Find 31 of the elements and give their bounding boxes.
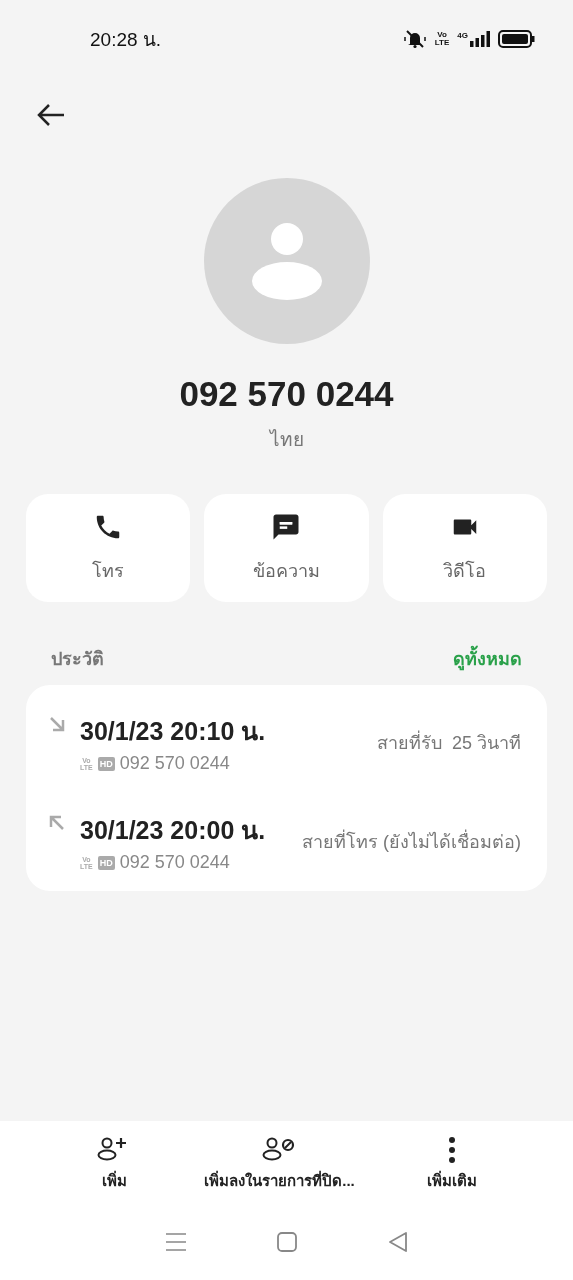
mute-bell-icon [402,29,427,49]
home-nav-button[interactable] [275,1231,298,1253]
see-all-link[interactable]: ดูทั้งหมด [453,644,522,673]
hd-badge: HD [97,756,115,771]
menu-nav-button[interactable] [164,1231,187,1253]
incoming-arrow-icon [48,715,66,733]
avatar-icon [203,178,370,344]
message-action-button[interactable]: ข้อความ [204,494,369,602]
history-title: ประวัติ [51,648,104,671]
outgoing-arrow-icon [48,814,66,832]
battery-icon [498,30,535,48]
call-time: 30/1/23 20:10 น. [80,716,266,747]
video-action-button[interactable]: วิดีโอ [382,494,547,602]
hd-badge: HD [97,855,115,870]
more-icon [447,1135,456,1165]
signal-icon [470,31,490,47]
call-status: สายที่โทร (ยังไม่ได้เชื่อมต่อ) [302,827,521,856]
add-button[interactable]: เพิ่ม [96,1135,133,1193]
call-status: สายที่รับ 25 วินาที [376,728,521,757]
call-action-button[interactable]: โทร [26,494,191,602]
status-time: 20:28 น. [90,28,162,52]
contact-number: 092 570 0244 [179,374,394,414]
call-number: 092 570 0244 [119,753,230,774]
volte-indicator: Vo LTE [434,31,450,47]
back-nav-button[interactable] [386,1231,409,1253]
network-type: 4G [457,31,468,40]
more-button[interactable]: เพิ่มเติม [426,1135,477,1193]
contact-location: ไทย [269,428,304,452]
call-time: 30/1/23 20:00 น. [80,815,266,846]
block-button[interactable]: เพิ่มลงในรายการที่ปิด... [204,1135,355,1193]
call-number: 092 570 0244 [119,852,230,873]
